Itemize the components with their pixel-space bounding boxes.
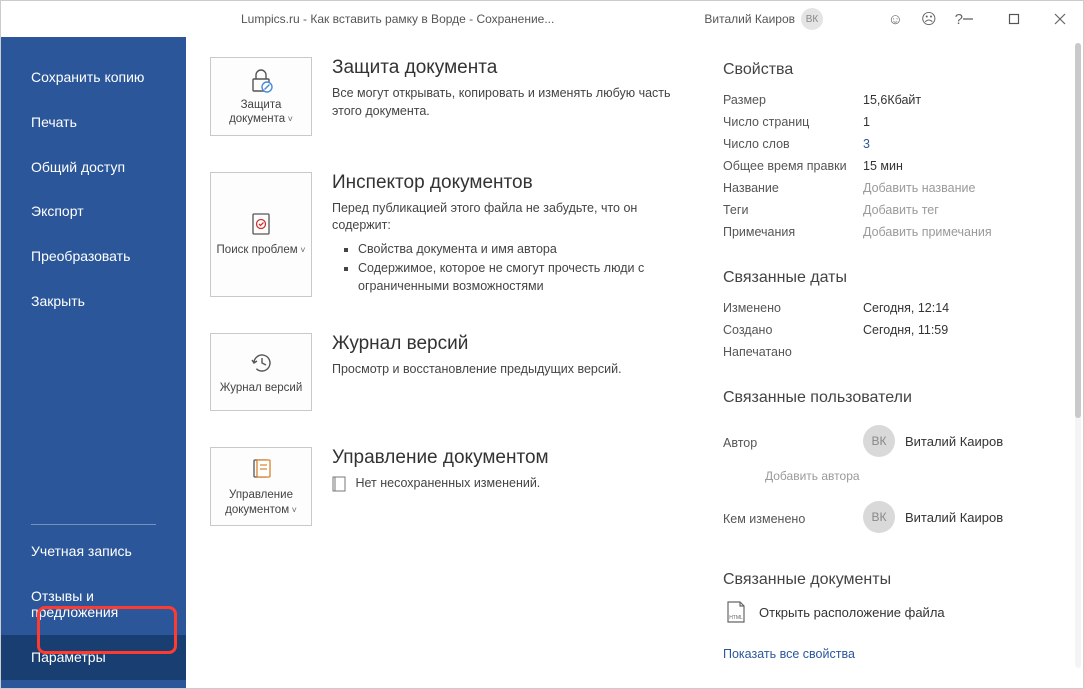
protect-text: Все могут открывать, копировать и изменя… — [332, 85, 683, 120]
sidebar-item-export[interactable]: Экспорт — [1, 189, 186, 234]
user-name-label: Виталий Каиров — [704, 12, 795, 26]
history-icon — [248, 349, 274, 377]
modifier-name: Виталий Каиров — [905, 510, 1003, 525]
prop-tags-key: Теги — [723, 203, 863, 217]
sidebar-item-save-copy[interactable]: Сохранить копию — [1, 55, 186, 100]
frown-icon[interactable]: ☹ — [921, 10, 937, 28]
sidebar-item-transform[interactable]: Преобразовать — [1, 234, 186, 279]
sidebar-item-close[interactable]: Закрыть — [1, 279, 186, 324]
sidebar-item-account[interactable]: Учетная запись — [1, 529, 186, 574]
scrollbar[interactable] — [1075, 43, 1081, 668]
date-modified-value: Сегодня, 12:14 — [863, 301, 949, 315]
signed-in-user[interactable]: Виталий Каиров ВК — [704, 8, 823, 30]
backstage-sidebar: Сохранить копию Печать Общий доступ Эксп… — [1, 37, 186, 688]
related-dates-heading: Связанные даты — [723, 269, 1053, 287]
prop-words-value[interactable]: 3 — [863, 137, 870, 151]
manage-document-label: Управление документом — [215, 488, 307, 517]
prop-pages-value: 1 — [863, 115, 870, 129]
prop-title-value[interactable]: Добавить название — [863, 181, 975, 195]
manage-heading: Управление документом — [332, 447, 683, 469]
properties-pane: Свойства Размер15,6Кбайт Число страниц1 … — [713, 37, 1083, 688]
show-all-properties[interactable]: Показать все свойства — [723, 647, 1053, 661]
maximize-button[interactable] — [991, 1, 1037, 37]
prop-tags-value[interactable]: Добавить тег — [863, 203, 939, 217]
protect-document-label: Защита документа — [215, 98, 307, 127]
prop-size-key: Размер — [723, 93, 863, 107]
protect-document-button[interactable]: Защита документа — [210, 57, 312, 136]
prop-size-value: 15,6Кбайт — [863, 93, 921, 107]
window-title: Lumpics.ru - Как вставить рамку в Ворде … — [241, 12, 633, 26]
inspect-text: Перед публикацией этого файла не забудьт… — [332, 200, 683, 235]
open-file-location[interactable]: HTML Открыть расположение файла — [723, 599, 1053, 625]
document-check-icon — [248, 211, 274, 239]
avatar: ВК — [863, 425, 895, 457]
open-file-location-label: Открыть расположение файла — [759, 605, 945, 620]
history-text: Просмотр и восстановление предыдущих вер… — [332, 361, 683, 379]
sidebar-item-print[interactable]: Печать — [1, 100, 186, 145]
date-created-value: Сегодня, 11:59 — [863, 323, 948, 337]
date-printed-key: Напечатано — [723, 345, 863, 359]
add-author-link[interactable]: Добавить автора — [765, 469, 1053, 483]
check-issues-button[interactable]: Поиск проблем — [210, 172, 312, 298]
html-file-icon: HTML — [723, 599, 749, 625]
prop-edit-time-value: 15 мин — [863, 159, 903, 173]
inspect-item: Содержимое, которое не смогут прочесть л… — [358, 260, 683, 295]
manage-document-button[interactable]: Управление документом — [210, 447, 312, 526]
prop-comments-key: Примечания — [723, 225, 863, 239]
related-documents-heading: Связанные документы — [723, 571, 1053, 589]
lock-icon — [247, 66, 275, 94]
minimize-button[interactable] — [945, 1, 991, 37]
sidebar-item-options[interactable]: Параметры — [1, 635, 186, 680]
sidebar-item-share[interactable]: Общий доступ — [1, 145, 186, 190]
author-name: Виталий Каиров — [905, 434, 1003, 449]
sidebar-separator — [31, 524, 156, 525]
smile-icon[interactable]: ☺ — [888, 11, 903, 28]
inspect-heading: Инспектор документов — [332, 172, 683, 194]
prop-pages-key: Число страниц — [723, 115, 863, 129]
document-manage-icon — [248, 456, 274, 484]
prop-words-key: Число слов — [723, 137, 863, 151]
user-avatar-small: ВК — [801, 8, 823, 30]
date-created-key: Создано — [723, 323, 863, 337]
protect-heading: Защита документа — [332, 57, 683, 79]
version-history-label: Журнал версий — [220, 381, 303, 395]
modifier-key: Кем изменено — [723, 512, 863, 526]
prop-title-key: Название — [723, 181, 863, 195]
close-button[interactable] — [1037, 1, 1083, 37]
prop-edit-time-key: Общее время правки — [723, 159, 863, 173]
avatar: ВК — [863, 501, 895, 533]
inspect-item: Свойства документа и имя автора — [358, 241, 683, 259]
manage-text: Нет несохраненных изменений. — [332, 475, 683, 493]
author-key: Автор — [723, 436, 863, 450]
related-users-heading: Связанные пользователи — [723, 389, 1053, 407]
modifier-user[interactable]: ВК Виталий Каиров — [863, 501, 1003, 533]
properties-heading[interactable]: Свойства — [723, 61, 1053, 79]
svg-text:HTML: HTML — [729, 615, 743, 621]
info-center-pane: Защита документа Защита документа Все мо… — [186, 37, 713, 688]
prop-comments-value[interactable]: Добавить примечания — [863, 225, 992, 239]
author-user[interactable]: ВК Виталий Каиров — [863, 425, 1003, 457]
check-issues-label: Поиск проблем — [217, 243, 306, 257]
document-small-icon — [332, 476, 346, 492]
history-heading: Журнал версий — [332, 333, 683, 355]
date-modified-key: Изменено — [723, 301, 863, 315]
sidebar-item-feedback[interactable]: Отзывы и предложения — [1, 574, 186, 636]
version-history-button[interactable]: Журнал версий — [210, 333, 312, 411]
